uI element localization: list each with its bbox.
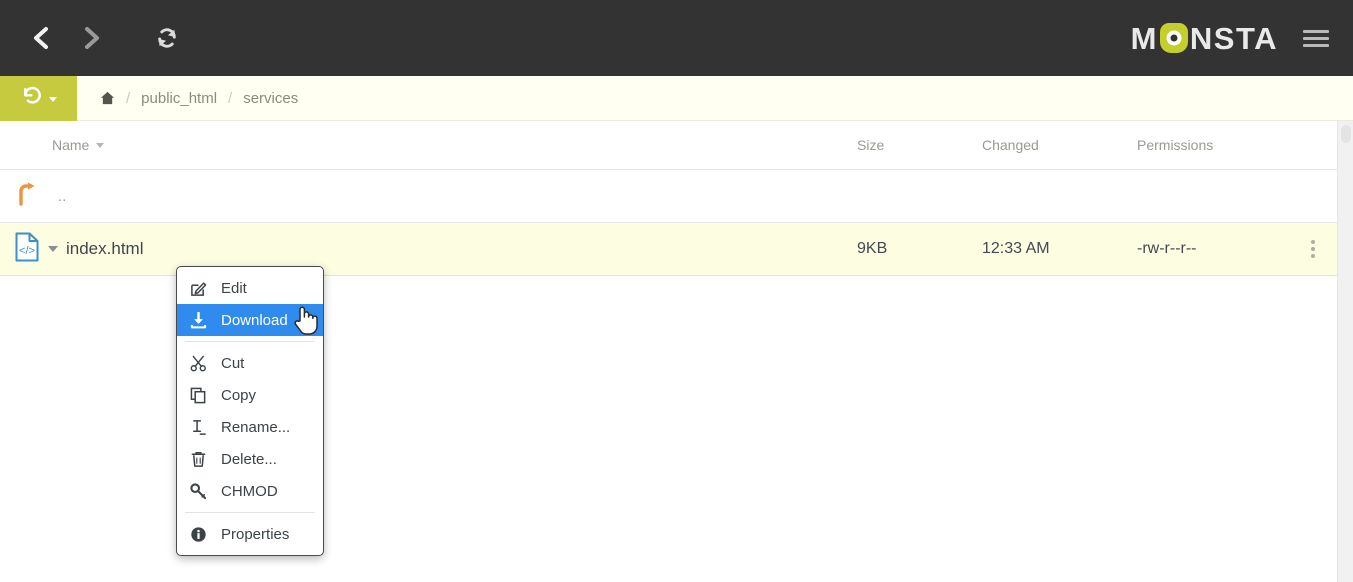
context-menu-separator <box>185 512 315 513</box>
download-icon <box>190 311 213 329</box>
column-header-changed-label: Changed <box>982 137 1039 153</box>
context-menu-item-chmod-label: CHMOD <box>221 482 278 500</box>
breadcrumb-separator: / <box>228 89 233 107</box>
column-header-permissions-label: Permissions <box>1137 137 1214 153</box>
history-button[interactable] <box>0 75 77 121</box>
parent-directory-label: .. <box>58 187 67 205</box>
context-menu-item-edit-label: Edit <box>221 279 247 297</box>
level-up-arrow-icon[interactable] <box>14 182 36 211</box>
context-menu-item-properties[interactable]: Properties <box>177 518 323 550</box>
column-header-name-label: Name <box>52 137 90 153</box>
hamburger-line <box>1303 29 1329 33</box>
context-menu-item-rename-label: Rename... <box>221 418 291 436</box>
hamburger-line <box>1303 43 1329 47</box>
context-menu-item-properties-label: Properties <box>221 525 290 543</box>
breadcrumb-item-public-html[interactable]: public_html <box>141 90 217 107</box>
refresh-icon <box>156 27 178 49</box>
context-menu-item-cut-label: Cut <box>221 354 245 372</box>
vertical-scrollbar[interactable] <box>1337 121 1353 582</box>
cell-permissions: -rw-r--r-- <box>1137 240 1197 257</box>
cell-actions <box>1302 240 1337 258</box>
file-name-label[interactable]: index.html <box>66 239 143 259</box>
column-header-changed[interactable]: Changed <box>982 137 1137 153</box>
breadcrumb: / public_html / services <box>100 90 298 107</box>
home-icon[interactable] <box>100 91 115 105</box>
app-logo: M NSTA <box>1131 0 1278 76</box>
context-menu-item-rename[interactable]: Rename... <box>177 411 323 443</box>
context-menu-separator <box>185 341 315 342</box>
context-menu-item-download-label: Download <box>221 311 288 329</box>
refresh-button[interactable] <box>142 13 192 63</box>
trash-icon <box>190 451 213 468</box>
kebab-dot <box>1311 240 1315 244</box>
sort-descending-caret-icon <box>96 142 105 148</box>
kebab-menu-icon[interactable] <box>1311 240 1315 258</box>
chevron-right-icon <box>80 25 102 51</box>
column-header-size-label: Size <box>857 137 885 153</box>
column-header-name[interactable]: Name <box>52 137 857 153</box>
key-icon <box>190 482 213 500</box>
info-circle-icon <box>190 526 213 543</box>
context-menu-item-cut[interactable]: Cut <box>177 347 323 379</box>
back-button[interactable] <box>16 13 66 63</box>
breadcrumb-separator: / <box>126 89 131 107</box>
cell-name: .. <box>0 182 857 211</box>
cell-name: </> index.html <box>0 232 857 267</box>
monster-eye-icon <box>1159 23 1188 53</box>
copy-icon <box>190 387 213 404</box>
table-header-row: Name Size Changed Permissions <box>0 121 1337 170</box>
chevron-left-icon <box>30 25 52 51</box>
text-cursor-icon <box>190 419 213 436</box>
kebab-dot <box>1311 247 1315 251</box>
kebab-dot <box>1311 254 1315 258</box>
context-menu-item-copy-label: Copy <box>221 386 257 404</box>
top-toolbar: M NSTA <box>0 0 1353 76</box>
scissors-icon <box>190 355 213 372</box>
logo-text-part-1: M <box>1130 20 1158 56</box>
edit-pencil-icon <box>190 280 213 297</box>
column-header-permissions[interactable]: Permissions <box>1137 137 1317 153</box>
context-menu-item-chmod[interactable]: CHMOD <box>177 475 323 507</box>
context-menu-item-download[interactable]: Download <box>177 304 323 336</box>
table-row[interactable]: .. <box>0 170 1337 223</box>
context-menu-item-copy[interactable]: Copy <box>177 379 323 411</box>
file-manager-window: M NSTA / public_html / services Name Siz… <box>0 0 1353 582</box>
cell-changed: 12:33 AM <box>982 240 1050 257</box>
hamburger-line <box>1303 36 1329 40</box>
cell-size: 9KB <box>857 240 888 257</box>
column-header-size[interactable]: Size <box>857 137 982 153</box>
breadcrumb-bar: / public_html / services <box>0 75 1353 121</box>
history-undo-icon <box>21 84 44 112</box>
context-menu-item-edit[interactable]: Edit <box>177 272 323 304</box>
file-context-menu: Edit Download Cut Copy Rename... Delete.… <box>176 266 324 556</box>
breadcrumb-item-services[interactable]: services <box>243 90 298 107</box>
logo-text: M NSTA <box>1131 23 1278 54</box>
hamburger-menu-icon[interactable] <box>1303 26 1329 50</box>
svg-text:</>: </> <box>19 245 35 257</box>
logo-text-part-2: NSTA <box>1189 20 1278 56</box>
forward-button[interactable] <box>66 13 116 63</box>
scrollbar-thumb[interactable] <box>1341 125 1351 143</box>
chevron-down-icon <box>48 97 57 102</box>
context-menu-item-delete-label: Delete... <box>221 450 277 468</box>
file-actions-caret-icon[interactable] <box>48 246 58 252</box>
context-menu-item-delete[interactable]: Delete... <box>177 443 323 475</box>
html-file-icon[interactable]: </> <box>14 232 40 267</box>
